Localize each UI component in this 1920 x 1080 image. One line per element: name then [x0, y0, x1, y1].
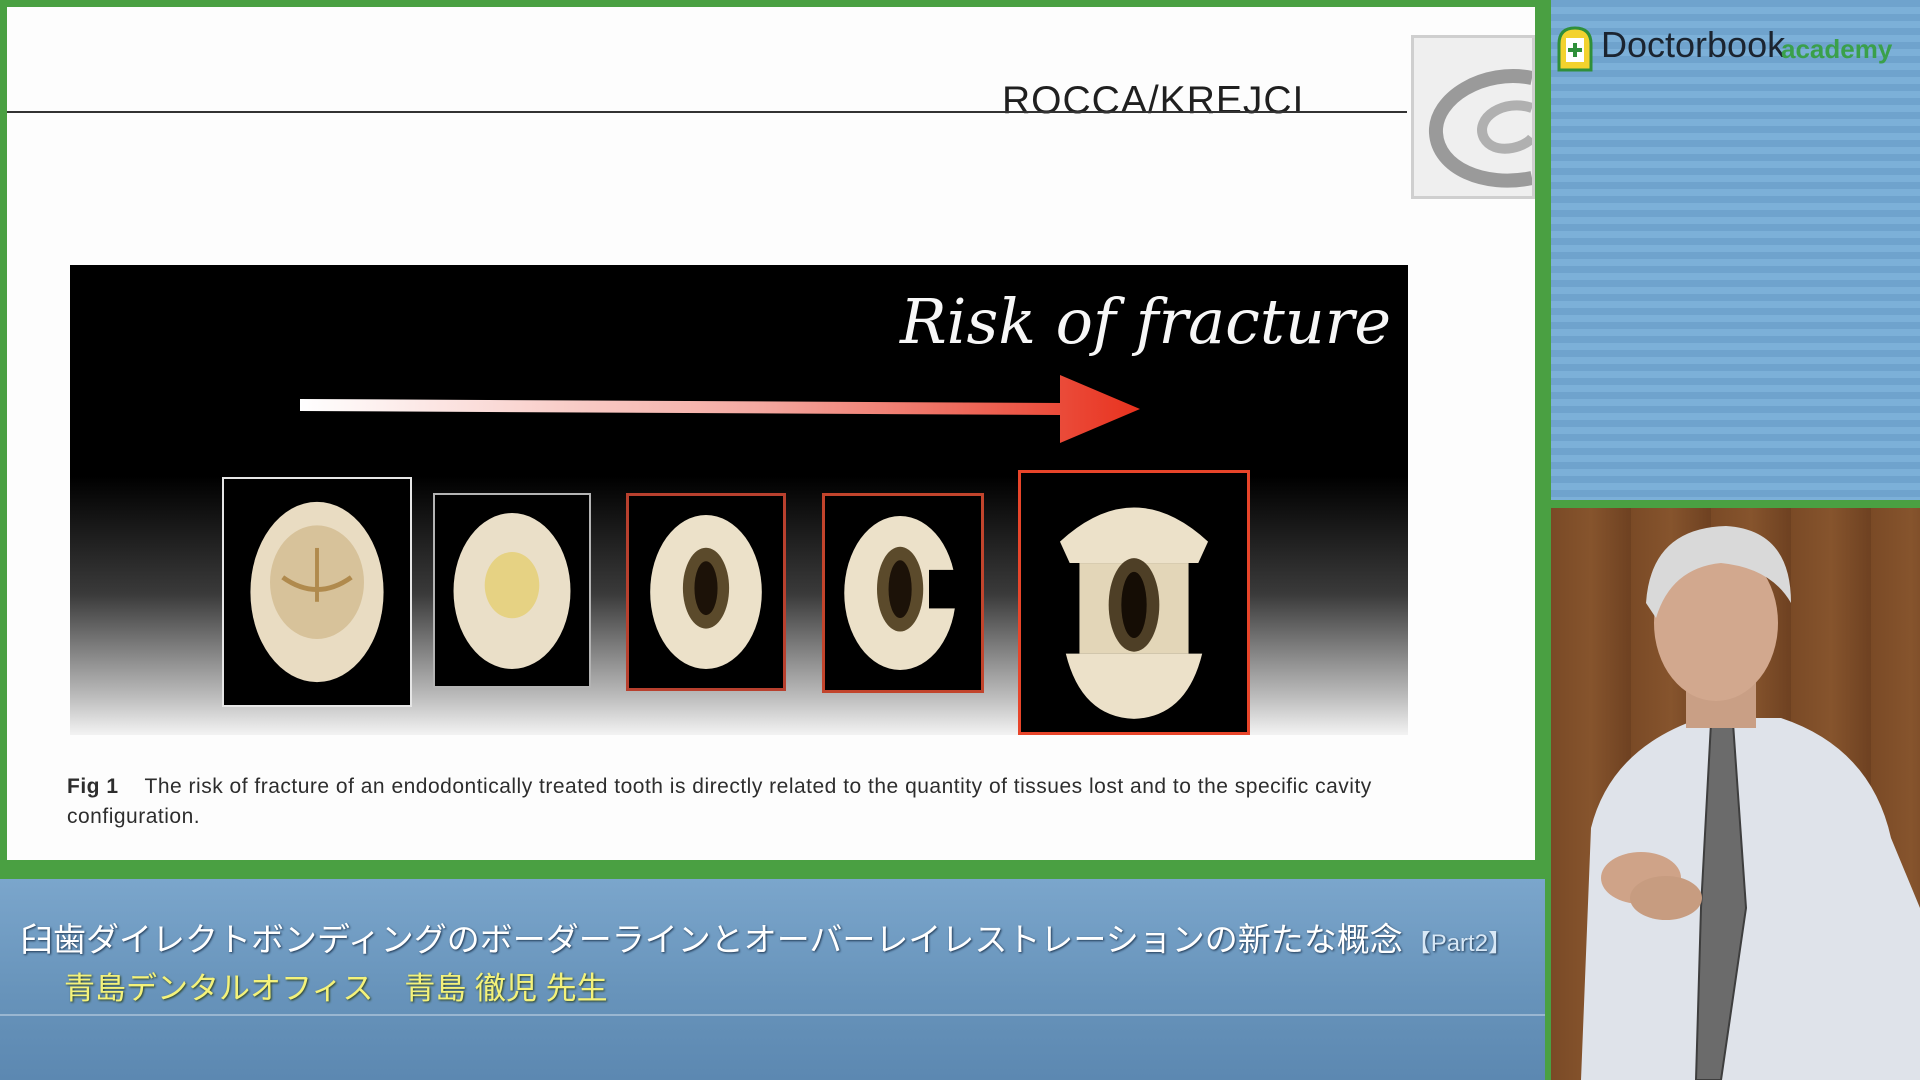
lecture-slide: ROCCA/KREJCI Risk of fracture Fig 1 The …: [7, 7, 1535, 860]
speaker-video: [1545, 508, 1920, 1080]
caption-label: Fig 1: [67, 775, 119, 798]
presenter-name: 青島デンタルオフィス 青島 徹児 先生: [64, 971, 608, 1006]
speaker-figure-icon: [1581, 526, 1920, 1080]
tooth-mod-cavity: [822, 493, 984, 693]
slide-divider: [7, 111, 1407, 113]
tooth-access-cavity: [433, 493, 591, 688]
lecture-title-text: 臼歯ダイレクトボンディングのボーダーラインとオーバーレイレストレーションの新たな…: [20, 921, 1403, 958]
tooth-intact: [222, 477, 412, 707]
fracture-figure: Risk of fracture: [70, 265, 1408, 735]
slide-frame: ROCCA/KREJCI Risk of fracture Fig 1 The …: [0, 0, 1545, 875]
title-divider: [0, 1014, 1545, 1016]
tooth-severe-cavity: [1018, 470, 1250, 735]
lecture-part-tag: 【Part2】: [1406, 930, 1513, 957]
doctorbook-logo-icon: [1557, 26, 1593, 72]
lecture-title-bar: 臼歯ダイレクトボンディングのボーダーラインとオーバーレイレストレーションの新たな…: [0, 875, 1545, 1080]
brand-name: Doctorbook: [1601, 24, 1786, 65]
journal-logo-icon: [1411, 35, 1535, 199]
risk-arrow-icon: [300, 375, 1140, 443]
lecture-title: 臼歯ダイレクトボンディングのボーダーラインとオーバーレイレストレーションの新たな…: [20, 913, 1512, 961]
figure-caption: Fig 1 The risk of fracture of an endodont…: [67, 772, 1427, 832]
brand-subtitle: academy: [1781, 34, 1893, 64]
figure-title: Risk of fracture: [900, 285, 1392, 358]
brand-panel: Doctorbook academy: [1545, 0, 1920, 508]
slide-author: ROCCA/KREJCI: [1002, 79, 1305, 122]
caption-text: The risk of fracture of an endodonticall…: [67, 775, 1372, 828]
tooth-mo-cavity: [626, 493, 786, 691]
